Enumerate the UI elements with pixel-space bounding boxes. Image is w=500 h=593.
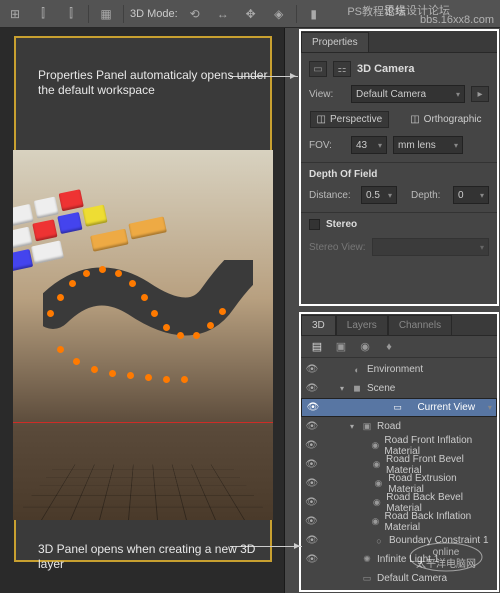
tool-icon[interactable]: ⫿ [32,4,54,24]
cube-icon: ◫ [317,114,326,125]
watermark-logo: online太平洋电脑网 [406,537,486,577]
item-type-icon: ◉ [369,516,381,528]
stereo-label: Stereo [326,219,357,230]
item-label: Road [377,421,401,432]
fov-label: FOV: [309,140,345,151]
visibility-icon[interactable]: 👁 [306,402,320,413]
svg-text:online: online [433,547,460,558]
item-label: Scene [367,383,395,394]
item-label: Road Back Inflation Material [385,511,493,533]
item-type-icon: ◉ [370,497,383,509]
visibility-icon[interactable]: 👁 [305,554,319,565]
distance-label: Distance: [309,190,355,201]
tab-3d[interactable]: 3D [301,315,336,335]
tree-row[interactable]: 👁◉Road Extrusion Material [301,474,497,493]
tree-row[interactable]: 👁 ◉ Road Back Inflation Material [301,512,497,531]
tree-row[interactable]: 👁 ▾▣Road [301,417,497,436]
item-type-icon: ◐ [350,364,364,376]
fov-field[interactable]: 43 [351,136,387,154]
orthographic-toggle[interactable]: ◫ Orthographic [403,111,488,128]
dof-section-title: Depth Of Field [309,169,489,180]
move-icon[interactable]: ✥ [240,4,262,24]
tree-row[interactable]: 👁◉Road Back Bevel Material [301,493,497,512]
item-type-icon: ◼ [350,383,364,395]
item-type-icon: ▣ [360,421,374,433]
item-type-icon: ○ [372,535,386,547]
visibility-icon[interactable]: 👁 [305,535,319,546]
visibility-icon[interactable]: 👁 [305,516,318,527]
document-area: Properties Panel automaticaly opens unde… [0,28,285,593]
stereo-view-label: Stereo View: [309,242,366,253]
panel-title: 3D Camera [357,63,414,75]
orbit-icon[interactable]: ⟲ [184,4,206,24]
watermark: PS教程论坛 [347,3,406,19]
tool-icon[interactable]: ⫿ [60,4,82,24]
pan-icon[interactable]: ↔ [212,4,234,24]
visibility-icon[interactable]: 👁 [305,459,318,470]
filter-light-icon[interactable]: ♦ [381,340,397,354]
filter-all-icon[interactable]: ▤ [309,340,325,354]
filter-mesh-icon[interactable]: ▣ [333,340,349,354]
perspective-toggle[interactable]: ◫ Perspective [310,111,390,128]
canvas[interactable]: Properties Panel automaticaly opens unde… [14,36,272,562]
camera-icon[interactable]: ▭ [309,61,327,77]
disclosure-icon[interactable]: ▾ [337,384,347,393]
menu-icon[interactable]: ▸ [471,86,489,102]
fov-unit-select[interactable]: mm lens [393,136,463,154]
mode-label: 3D Mode: [130,8,178,20]
tool-icon[interactable]: ▮ [303,4,325,24]
item-type-icon: ◉ [372,478,386,490]
tab-properties[interactable]: Properties [301,32,369,52]
disclosure-icon[interactable]: ▾ [347,422,357,431]
tree-row[interactable]: 👁 ▾◼Scene [301,379,497,398]
distance-field[interactable]: 0.5 [361,186,397,204]
depth-field[interactable]: 0 [453,186,489,204]
item-type-icon: ▭ [391,402,405,414]
filter-material-icon[interactable]: ◉ [357,340,373,354]
tab-channels[interactable]: Channels [388,315,452,335]
annotation-3d-panel: 3D Panel opens when creating a new 3D la… [38,542,270,572]
tool-icon[interactable]: ⊞ [4,4,26,24]
tab-layers[interactable]: Layers [336,315,388,335]
scale-icon[interactable]: ◈ [268,4,290,24]
visibility-icon[interactable]: 👁 [305,497,318,508]
watermark: bbs.16xx8.com [420,14,494,26]
item-type-icon: ◉ [369,440,381,452]
cube-icon: ◫ [410,114,419,125]
tree-row[interactable]: 👁 ◐Environment [301,360,497,379]
tree-row[interactable]: 👁 ▭ Current View [301,398,497,417]
view-label: View: [309,89,345,100]
visibility-icon[interactable]: 👁 [305,383,319,394]
scene-photo [13,150,273,520]
svg-text:太平洋电脑网: 太平洋电脑网 [416,557,476,570]
visibility-icon[interactable]: 👁 [305,421,319,432]
visibility-icon[interactable]: 👁 [305,478,319,489]
tree-row[interactable]: 👁◉Road Front Bevel Material [301,455,497,474]
path-handles[interactable] [43,250,263,410]
visibility-icon[interactable]: 👁 [305,364,319,375]
filter-row: ▤ ▣ ◉ ♦ [301,336,497,358]
view-select[interactable]: Default Camera [351,85,465,103]
depth-label: Depth: [411,190,447,201]
item-label: Environment [367,364,423,375]
stereo-view-select [372,238,489,256]
item-type-icon: ▭ [360,573,374,585]
annotation-properties: Properties Panel automaticaly opens unde… [38,68,270,98]
properties-panel: Properties ▭ ⚏ 3D Camera View: Default C… [300,30,498,305]
item-type-icon: ◉ [370,459,383,471]
stereo-checkbox[interactable] [309,219,320,230]
tree-row[interactable]: 👁◉Road Front Inflation Material [301,436,497,455]
panels-column: Properties ▭ ⚏ 3D Camera View: Default C… [298,28,500,593]
item-label: Current View [417,402,475,413]
visibility-icon[interactable]: 👁 [305,440,318,451]
item-type-icon: ✺ [360,554,374,566]
tool-icon[interactable]: ▦ [95,4,117,24]
coords-icon[interactable]: ⚏ [333,61,351,77]
